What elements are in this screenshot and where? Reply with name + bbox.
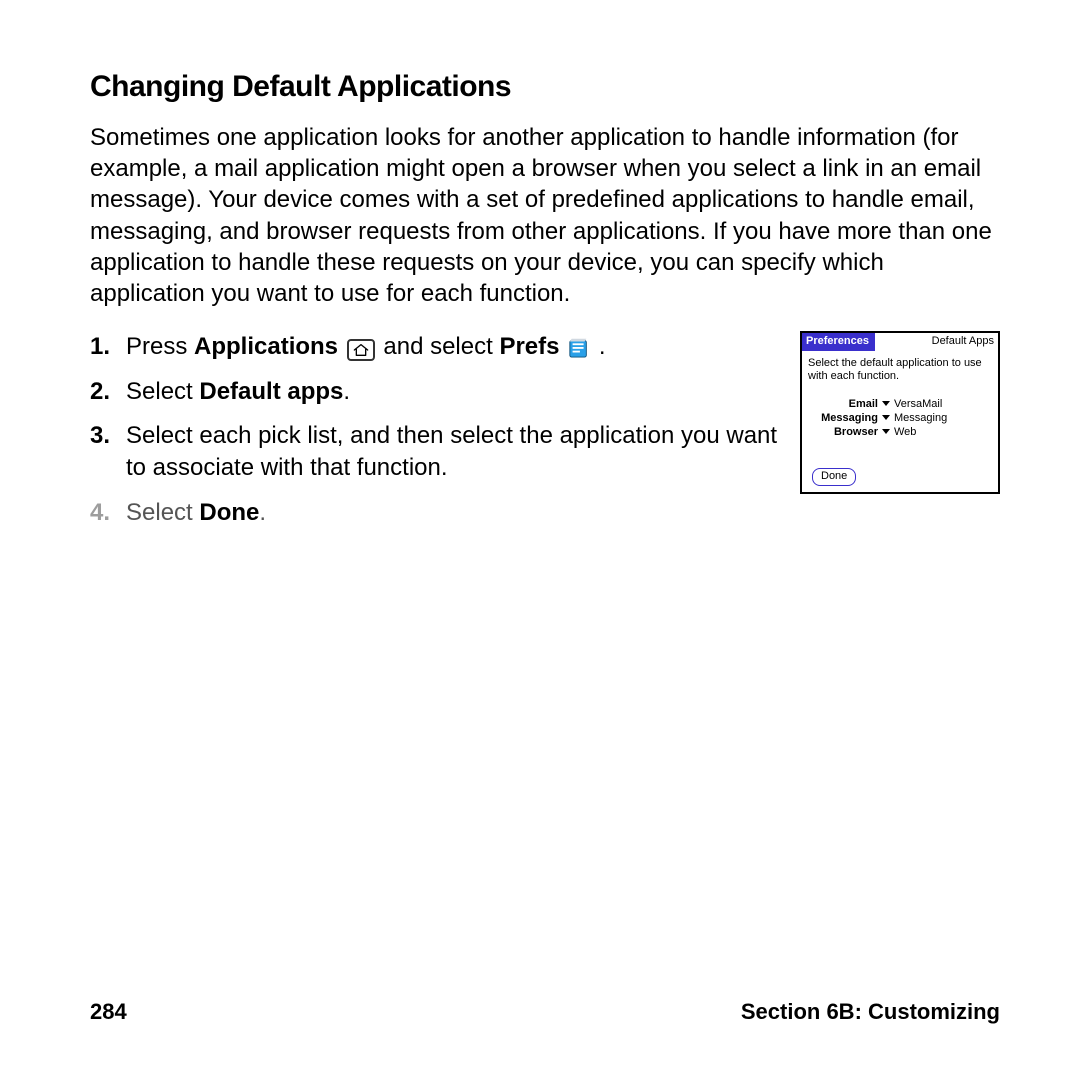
step-text: . (343, 378, 350, 405)
step-bold: Applications (194, 333, 338, 360)
steps-list: Press Applications and select Prefs (90, 331, 780, 541)
home-icon (347, 339, 375, 361)
intro-paragraph: Sometimes one application looks for anot… (90, 122, 1000, 309)
palm-row-messaging: Messaging Messaging (818, 412, 992, 424)
step-text: Select (126, 499, 199, 526)
step-text: and select (383, 333, 499, 360)
palm-screenshot: Preferences Default Apps Select the defa… (800, 331, 1000, 493)
palm-title: Preferences (802, 333, 875, 351)
palm-category: Default Apps (875, 333, 998, 351)
palm-row-browser: Browser Web (818, 426, 992, 438)
dropdown-arrow-icon (882, 415, 890, 420)
palm-row-value: Web (894, 426, 916, 438)
step-bold: Prefs (499, 333, 559, 360)
palm-row-label: Messaging (818, 412, 882, 424)
step-text: . (592, 333, 605, 360)
palm-row-value: VersaMail (894, 398, 942, 410)
page-footer: 284 Section 6B: Customizing (90, 999, 1000, 1025)
content-row: Press Applications and select Prefs (90, 331, 1000, 541)
step-text: Select (126, 378, 199, 405)
prefs-icon (568, 336, 590, 358)
section-label: Section 6B: Customizing (741, 999, 1000, 1025)
dropdown-arrow-icon (882, 401, 890, 406)
palm-row-label: Browser (818, 426, 882, 438)
document-page: Changing Default Applications Sometimes … (0, 0, 1080, 1080)
step-bold: Done (199, 499, 259, 526)
step-bold: Default apps (199, 378, 343, 405)
palm-titlebar: Preferences Default Apps (802, 333, 998, 351)
dropdown-arrow-icon (882, 429, 890, 434)
palm-row-value: Messaging (894, 412, 947, 424)
palm-row-label: Email (818, 398, 882, 410)
palm-done-button: Done (812, 468, 856, 486)
palm-body: Select the default application to use wi… (802, 351, 998, 491)
step-3: Select each pick list, and then select t… (126, 420, 780, 485)
step-text: . (259, 499, 266, 526)
section-heading: Changing Default Applications (90, 70, 1000, 104)
palm-description: Select the default application to use wi… (808, 357, 992, 383)
palm-picklists: Email VersaMail Messaging Messaging Brow… (818, 398, 992, 438)
page-number: 284 (90, 999, 127, 1025)
step-text: Press (126, 333, 194, 360)
palm-row-email: Email VersaMail (818, 398, 992, 410)
step-4: Select Done. (126, 497, 780, 529)
step-2: Select Default apps. (126, 376, 780, 408)
step-1: Press Applications and select Prefs (126, 331, 780, 363)
